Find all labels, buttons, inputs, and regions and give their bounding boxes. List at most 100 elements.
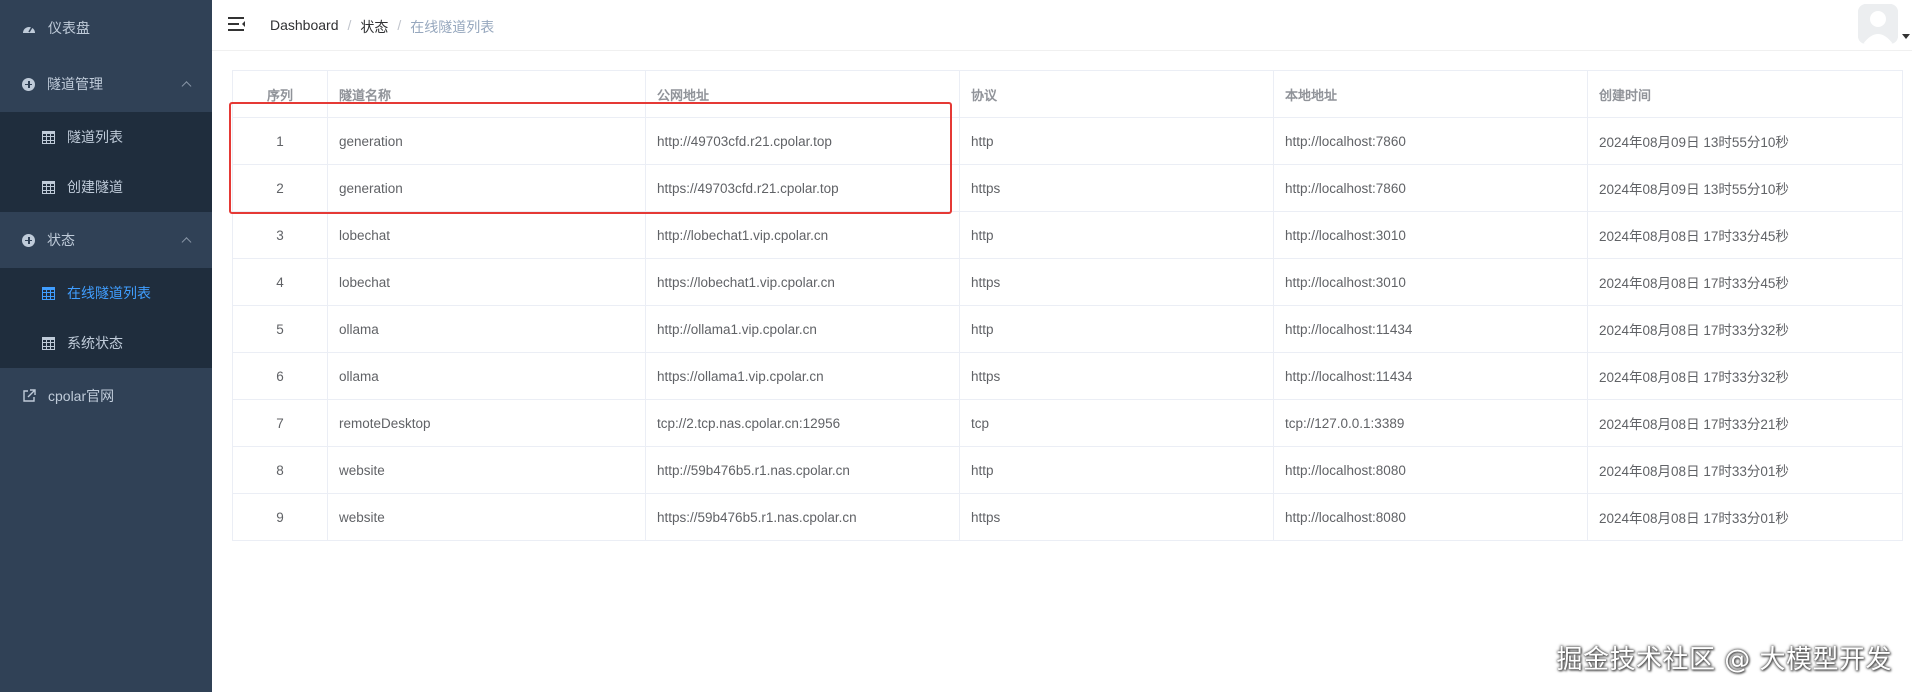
table-row: 4 lobechat https://lobechat1.vip.cpolar.cn… xyxy=(232,258,1903,306)
breadcrumb-separator: / xyxy=(347,17,352,33)
sidebar-item-label: 在线隧道列表 xyxy=(67,285,151,301)
sidebar-item-system-status[interactable]: 系统状态 xyxy=(0,318,212,368)
plus-circle-icon xyxy=(22,77,35,91)
cell-created-time: 2024年08月09日 13时55分10秒 xyxy=(1587,117,1903,165)
breadcrumb-separator: / xyxy=(397,17,402,33)
sidebar-item-cpolar-website[interactable]: cpolar官网 xyxy=(0,368,212,424)
cell-index: 5 xyxy=(232,305,328,353)
navbar: Dashboard / 状态 / 在线隧道列表 xyxy=(212,0,1912,51)
cell-local-address: http://localhost:11434 xyxy=(1273,305,1588,353)
table-icon xyxy=(42,180,55,194)
cell-public-address: https://ollama1.vip.cpolar.cn xyxy=(645,352,960,400)
sidebar-item-label: 系统状态 xyxy=(67,335,123,351)
avatar[interactable] xyxy=(1858,4,1898,44)
cell-created-time: 2024年08月08日 17时33分32秒 xyxy=(1587,352,1903,400)
cell-index: 3 xyxy=(232,211,328,259)
cell-tunnel-name: lobechat xyxy=(327,211,646,259)
cell-local-address: http://localhost:3010 xyxy=(1273,211,1588,259)
cell-tunnel-name: remoteDesktop xyxy=(327,399,646,447)
cell-index: 6 xyxy=(232,352,328,400)
cell-local-address: http://localhost:7860 xyxy=(1273,117,1588,165)
cell-created-time: 2024年08月08日 17时33分45秒 xyxy=(1587,211,1903,259)
external-link-icon xyxy=(23,389,36,402)
cell-protocol: http xyxy=(959,305,1274,353)
submenu-tunnel-mgmt: 隧道列表 创建隧道 xyxy=(0,112,212,212)
sidebar: 仪表盘 隧道管理 隧道列表 创建隧道 状态 在线隧道列表 系统状态 cpolar… xyxy=(0,0,212,692)
cell-tunnel-name: generation xyxy=(327,164,646,212)
chevron-up-icon xyxy=(181,237,192,248)
cell-public-address: http://49703cfd.r21.cpolar.top xyxy=(645,117,960,165)
breadcrumb-status[interactable]: 状态 xyxy=(360,17,388,37)
cell-protocol: https xyxy=(959,164,1274,212)
cell-index: 7 xyxy=(232,399,328,447)
table-row: 5 ollama http://ollama1.vip.cpolar.cn http h… xyxy=(232,305,1903,353)
sidebar-group-label: 隧道管理 xyxy=(47,76,103,92)
cell-index: 4 xyxy=(232,258,328,306)
sidebar-item-tunnel-list[interactable]: 隧道列表 xyxy=(0,112,212,162)
submenu-status: 在线隧道列表 系统状态 xyxy=(0,268,212,368)
cell-created-time: 2024年08月08日 17时33分21秒 xyxy=(1587,399,1903,447)
table-row: 1 generation http://49703cfd.r21.cpolar.to… xyxy=(232,117,1903,165)
breadcrumb-current: 在线隧道列表 xyxy=(410,19,495,35)
cell-local-address: http://localhost:7860 xyxy=(1273,164,1588,212)
cell-local-address: http://localhost:8080 xyxy=(1273,446,1588,494)
cell-created-time: 2024年08月08日 17时33分45秒 xyxy=(1587,258,1903,306)
sidebar-item-label: cpolar官网 xyxy=(48,388,115,404)
table-row: 6 ollama https://ollama1.vip.cpolar.cn http… xyxy=(232,352,1903,400)
breadcrumb-dashboard[interactable]: Dashboard xyxy=(270,17,339,37)
sidebar-item-label: 仪表盘 xyxy=(48,20,90,36)
cell-local-address: tcp://127.0.0.1:3389 xyxy=(1273,399,1588,447)
cell-public-address: http://ollama1.vip.cpolar.cn xyxy=(645,305,960,353)
column-header: 本地地址 xyxy=(1273,70,1588,118)
cell-tunnel-name: generation xyxy=(327,117,646,165)
cell-protocol: https xyxy=(959,258,1274,306)
sidebar-group-status[interactable]: 状态 xyxy=(0,212,212,268)
table-row: 2 generation https://49703cfd.r21.cpolar.t… xyxy=(232,164,1903,212)
cell-protocol: http xyxy=(959,117,1274,165)
caret-down-icon[interactable] xyxy=(1902,34,1910,39)
plus-circle-icon xyxy=(22,233,35,247)
sidebar-item-create-tunnel[interactable]: 创建隧道 xyxy=(0,162,212,212)
cell-public-address: tcp://2.tcp.nas.cpolar.cn:12956 xyxy=(645,399,960,447)
cell-local-address: http://localhost:8080 xyxy=(1273,493,1588,541)
cell-created-time: 2024年08月08日 17时33分01秒 xyxy=(1587,446,1903,494)
table-icon xyxy=(42,286,55,300)
cell-tunnel-name: website xyxy=(327,446,646,494)
cell-protocol: http xyxy=(959,446,1274,494)
cell-protocol: tcp xyxy=(959,399,1274,447)
cell-public-address: https://49703cfd.r21.cpolar.top xyxy=(645,164,960,212)
table-row: 9 website https://59b476b5.r1.nas.cpolar.c… xyxy=(232,493,1903,541)
breadcrumb: Dashboard / 状态 / 在线隧道列表 xyxy=(270,17,494,37)
cell-tunnel-name: ollama xyxy=(327,352,646,400)
cell-protocol: http xyxy=(959,211,1274,259)
column-header: 序列 xyxy=(232,70,328,118)
cell-created-time: 2024年08月09日 13时55分10秒 xyxy=(1587,164,1903,212)
cell-public-address: https://59b476b5.r1.nas.cpolar.cn xyxy=(645,493,960,541)
column-header: 创建时间 xyxy=(1587,70,1903,118)
table-header-row: 序列 隧道名称 公网地址 协议 本地地址 创建时间 xyxy=(232,70,1903,118)
tunnel-table: 序列 隧道名称 公网地址 协议 本地地址 创建时间 1 generation htt… xyxy=(232,70,1903,541)
sidebar-group-tunnel-mgmt[interactable]: 隧道管理 xyxy=(0,56,212,112)
table-row: 7 remoteDesktop tcp://2.tcp.nas.cpolar.cn:… xyxy=(232,399,1903,447)
table-icon xyxy=(42,130,55,144)
cell-tunnel-name: ollama xyxy=(327,305,646,353)
table-row: 8 website http://59b476b5.r1.nas.cpolar.cn… xyxy=(232,446,1903,494)
table-row: 3 lobechat http://lobechat1.vip.cpolar.cn h… xyxy=(232,211,1903,259)
sidebar-item-online-tunnels[interactable]: 在线隧道列表 xyxy=(0,268,212,318)
sidebar-item-label: 创建隧道 xyxy=(67,179,123,195)
hamburger-icon[interactable] xyxy=(228,16,246,32)
cell-created-time: 2024年08月08日 17时33分32秒 xyxy=(1587,305,1903,353)
table-icon xyxy=(42,336,55,350)
cell-index: 1 xyxy=(232,117,328,165)
cell-index: 8 xyxy=(232,446,328,494)
cell-tunnel-name: lobechat xyxy=(327,258,646,306)
cell-local-address: http://localhost:11434 xyxy=(1273,352,1588,400)
cell-protocol: https xyxy=(959,352,1274,400)
column-header: 隧道名称 xyxy=(327,70,646,118)
sidebar-item-dashboard[interactable]: 仪表盘 xyxy=(0,0,212,56)
user-avatar-icon xyxy=(1858,4,1898,44)
column-header: 协议 xyxy=(959,70,1274,118)
cell-index: 2 xyxy=(232,164,328,212)
gauge-icon xyxy=(23,26,35,33)
sidebar-item-label: 隧道列表 xyxy=(67,129,123,145)
